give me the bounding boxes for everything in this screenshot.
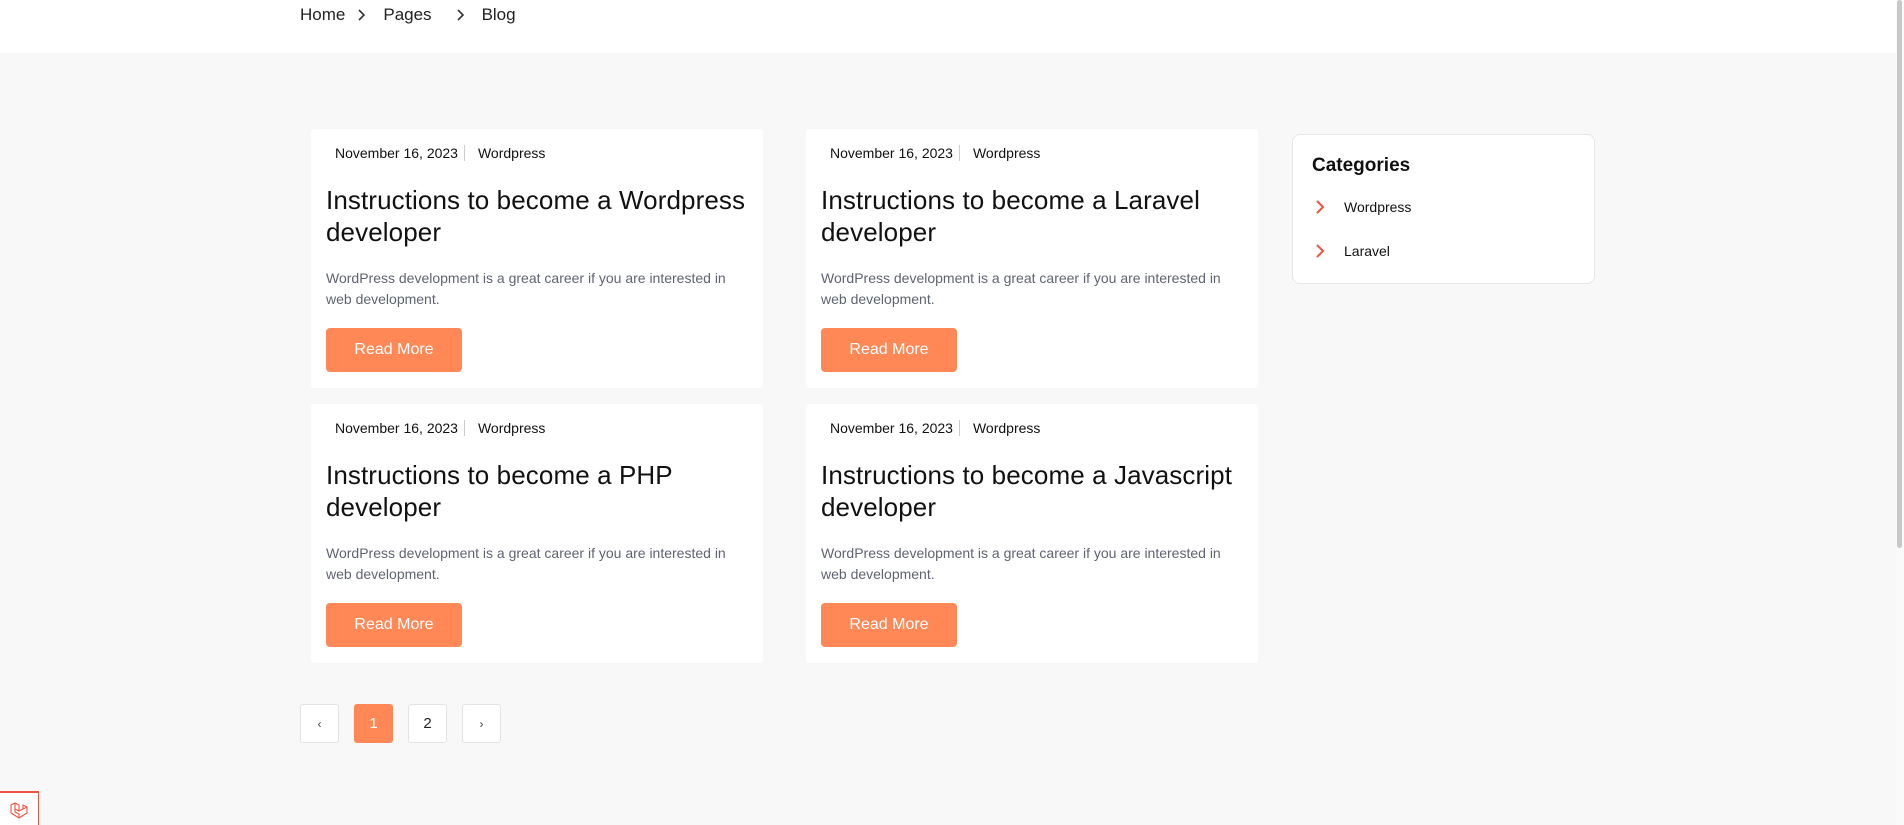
post-excerpt: WordPress development is a great career …: [326, 545, 726, 582]
read-more-button[interactable]: Read More: [326, 328, 462, 372]
post-excerpt: WordPress development is a great career …: [326, 270, 726, 307]
category-label: Wordpress: [1344, 199, 1412, 215]
post-meta: November 16, 2023 Wordpress: [830, 143, 1040, 163]
next-page-button[interactable]: ›: [462, 704, 501, 743]
debugbar-toggle[interactable]: [0, 791, 39, 825]
chevron-right-icon: [452, 7, 468, 23]
category-label: Laravel: [1344, 243, 1390, 259]
post-meta: November 16, 2023 Wordpress: [335, 143, 545, 163]
post-excerpt: WordPress development is a great career …: [821, 270, 1221, 307]
scrollbar[interactable]: [1896, 0, 1904, 825]
post-card: November 16, 2023 Wordpress Instructions…: [806, 129, 1258, 388]
category-item-wordpress[interactable]: Wordpress: [1312, 199, 1411, 215]
chevron-right-icon: [353, 7, 369, 23]
post-category[interactable]: Wordpress: [960, 420, 1040, 436]
prev-page-button[interactable]: ‹: [300, 704, 339, 743]
category-item-laravel[interactable]: Laravel: [1312, 243, 1390, 259]
post-meta: November 16, 2023 Wordpress: [335, 418, 545, 438]
pagination: ‹ 1 2 ›: [300, 704, 516, 743]
post-category[interactable]: Wordpress: [465, 145, 545, 161]
post-card: November 16, 2023 Wordpress Instructions…: [806, 404, 1258, 663]
page-button-1[interactable]: 1: [354, 704, 393, 743]
categories-title: Categories: [1312, 155, 1411, 176]
top-bar: Home Pages Blog: [0, 0, 1904, 53]
post-meta: November 16, 2023 Wordpress: [830, 418, 1040, 438]
post-date: November 16, 2023: [335, 145, 465, 161]
post-title[interactable]: Instructions to become a Laravel develop…: [821, 184, 1241, 248]
post-date: November 16, 2023: [830, 420, 960, 436]
scrollbar-thumb[interactable]: [1897, 0, 1902, 548]
chevron-right-icon: [1312, 243, 1328, 259]
page-button-2[interactable]: 2: [408, 704, 447, 743]
post-card: November 16, 2023 Wordpress Instructions…: [311, 404, 763, 663]
read-more-button[interactable]: Read More: [821, 603, 957, 647]
breadcrumb-pages[interactable]: Pages: [383, 5, 431, 25]
post-title[interactable]: Instructions to become a Javascript deve…: [821, 459, 1241, 523]
breadcrumb-current: Blog: [481, 5, 516, 24]
breadcrumb: Home Pages Blog: [300, 5, 516, 25]
post-category[interactable]: Wordpress: [960, 145, 1040, 161]
categories-widget: Categories Wordpress Laravel: [1292, 134, 1595, 284]
breadcrumb-home[interactable]: Home: [300, 5, 345, 25]
post-title[interactable]: Instructions to become a PHP developer: [326, 459, 746, 523]
post-date: November 16, 2023: [830, 145, 960, 161]
laravel-logo-icon: [10, 802, 28, 819]
post-title[interactable]: Instructions to become a Wordpress devel…: [326, 184, 746, 248]
post-excerpt: WordPress development is a great career …: [821, 545, 1221, 582]
chevron-right-icon: [1312, 199, 1328, 215]
read-more-button[interactable]: Read More: [326, 603, 462, 647]
post-category[interactable]: Wordpress: [465, 420, 545, 436]
post-card: November 16, 2023 Wordpress Instructions…: [311, 129, 763, 388]
post-date: November 16, 2023: [335, 420, 465, 436]
read-more-button[interactable]: Read More: [821, 328, 957, 372]
